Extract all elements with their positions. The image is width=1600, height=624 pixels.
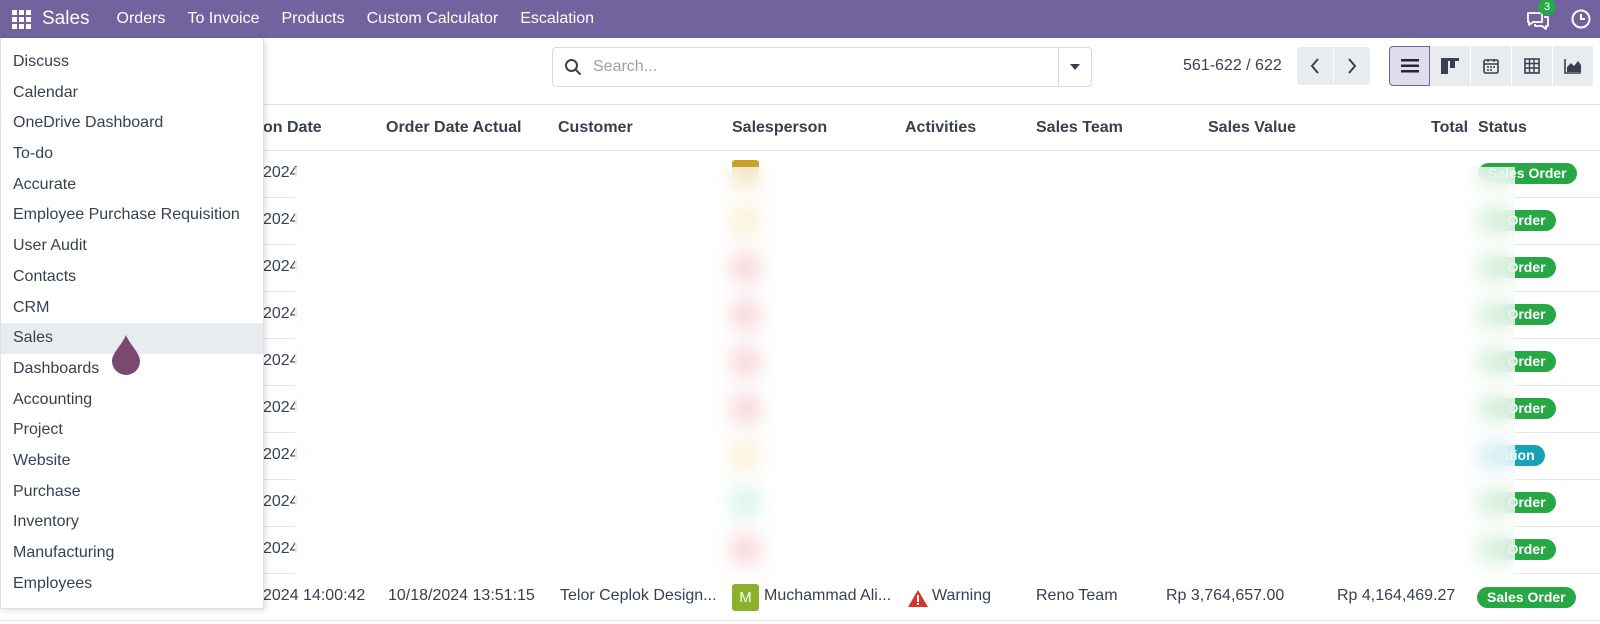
activity-button[interactable] [1570,8,1592,30]
cell-customer: Telor Ceplok Design... [560,587,717,604]
messaging-button[interactable]: 3 [1526,0,1557,33]
app-menu-dropdown: Discuss Calendar OneDrive Dashboard To-d… [0,38,264,609]
app-menu-item-employee-purchase-requisition[interactable]: Employee Purchase Requisition [1,200,263,231]
calendar-view-button[interactable] [1471,46,1512,86]
warning-icon [908,590,928,607]
navbar-systray: 3 [1526,0,1600,38]
column-activities[interactable]: Activities [905,119,976,137]
cell-total: Rp 4,164,469.27 [1337,587,1456,604]
app-brand[interactable]: Sales [42,8,90,30]
status-badge: Sales Order [1477,587,1576,608]
cell-date: 2024 [263,258,299,275]
column-salesperson[interactable]: Salesperson [732,119,827,137]
area-chart-icon [1564,59,1581,74]
calendar-icon [1483,59,1499,74]
search-options-toggle[interactable] [1058,48,1091,86]
search-input[interactable] [593,49,1058,85]
cell-date: 2024 [263,446,299,463]
app-menu-item-website[interactable]: Website [1,446,263,477]
search-icon[interactable] [553,48,593,86]
chat-count-badge: 3 [1538,0,1557,15]
app-menu-item-calendar[interactable]: Calendar [1,78,263,109]
cell-date: 2024 14:00:42 [263,587,366,604]
cell-date: 2024 [263,305,299,322]
cell-activity[interactable]: Warning [932,587,991,605]
cell-date: 2024 [263,493,299,510]
pager-next-button[interactable] [1334,47,1370,85]
cell-sales-team: Reno Team [1036,587,1118,604]
kanban-icon [1441,58,1459,74]
column-customer[interactable]: Customer [558,119,633,137]
pivot-view-button[interactable] [1512,46,1553,86]
column-total[interactable]: Total [1431,119,1468,137]
top-navbar: Sales Orders To Invoice Products Custom … [0,0,1600,38]
app-menu-item-user-audit[interactable]: User Audit [1,231,263,262]
app-menu-item-onedrive-dashboard[interactable]: OneDrive Dashboard [1,108,263,139]
cell-date: 2024 [263,211,299,228]
cell-salesperson: Muchammad Ali... [764,587,892,604]
apps-grid-icon [11,9,31,29]
pager-previous-button[interactable] [1297,47,1333,85]
column-sales-team[interactable]: Sales Team [1036,119,1123,137]
search-bar [552,47,1092,87]
app-menu-item-accounting[interactable]: Accounting [1,385,263,416]
nav-item-to-invoice[interactable]: To Invoice [187,10,259,28]
cell-date: 2024 [263,164,299,181]
app-launcher-button[interactable] [2,0,40,38]
app-menu-item-crm[interactable]: CRM [1,293,263,324]
column-order-date-actual[interactable]: Order Date Actual [386,119,521,137]
nav-item-custom-calculator[interactable]: Custom Calculator [367,10,499,28]
cell-date: 2024 [263,540,299,557]
table-icon [1524,58,1540,74]
chevron-left-icon [1310,58,1319,74]
app-menu-item-accurate[interactable]: Accurate [1,170,263,201]
app-menu-item-contacts[interactable]: Contacts [1,262,263,293]
view-switcher [1389,46,1594,86]
column-status[interactable]: Status [1478,119,1527,137]
app-menu-item-inventory[interactable]: Inventory [1,507,263,538]
blurred-content-overlay [295,167,1515,587]
column-creation-date[interactable]: on Date [263,119,322,137]
cell-sales-value: Rp 3,764,657.00 [1166,587,1285,604]
caret-down-icon [1070,64,1080,70]
app-menu-item-to-do[interactable]: To-do [1,139,263,170]
app-menu-item-employees[interactable]: Employees [1,569,263,600]
list-view-button[interactable] [1389,46,1430,86]
nav-item-products[interactable]: Products [281,10,344,28]
app-menu-item-manufacturing[interactable]: Manufacturing [1,538,263,569]
app-menu-item-discuss[interactable]: Discuss [1,47,263,78]
nav-item-orders[interactable]: Orders [117,10,166,28]
avatar: M [732,584,759,611]
clock-icon [1571,9,1591,29]
chevron-right-icon [1348,58,1357,74]
cell-date: 2024 [263,352,299,369]
nav-item-escalation[interactable]: Escalation [520,10,594,28]
droplet-cursor-icon [112,335,140,375]
pager-value[interactable]: 561-622 / 622 [1183,57,1282,75]
kanban-view-button[interactable] [1430,46,1471,86]
list-icon [1400,59,1419,73]
graph-view-button[interactable] [1553,46,1594,86]
column-sales-value[interactable]: Sales Value [1208,119,1296,137]
app-menu-item-purchase[interactable]: Purchase [1,477,263,508]
cell-date: 2024 [263,399,299,416]
app-menu-item-project[interactable]: Project [1,415,263,446]
cell-order-date-actual: 10/18/2024 13:51:15 [388,587,535,604]
